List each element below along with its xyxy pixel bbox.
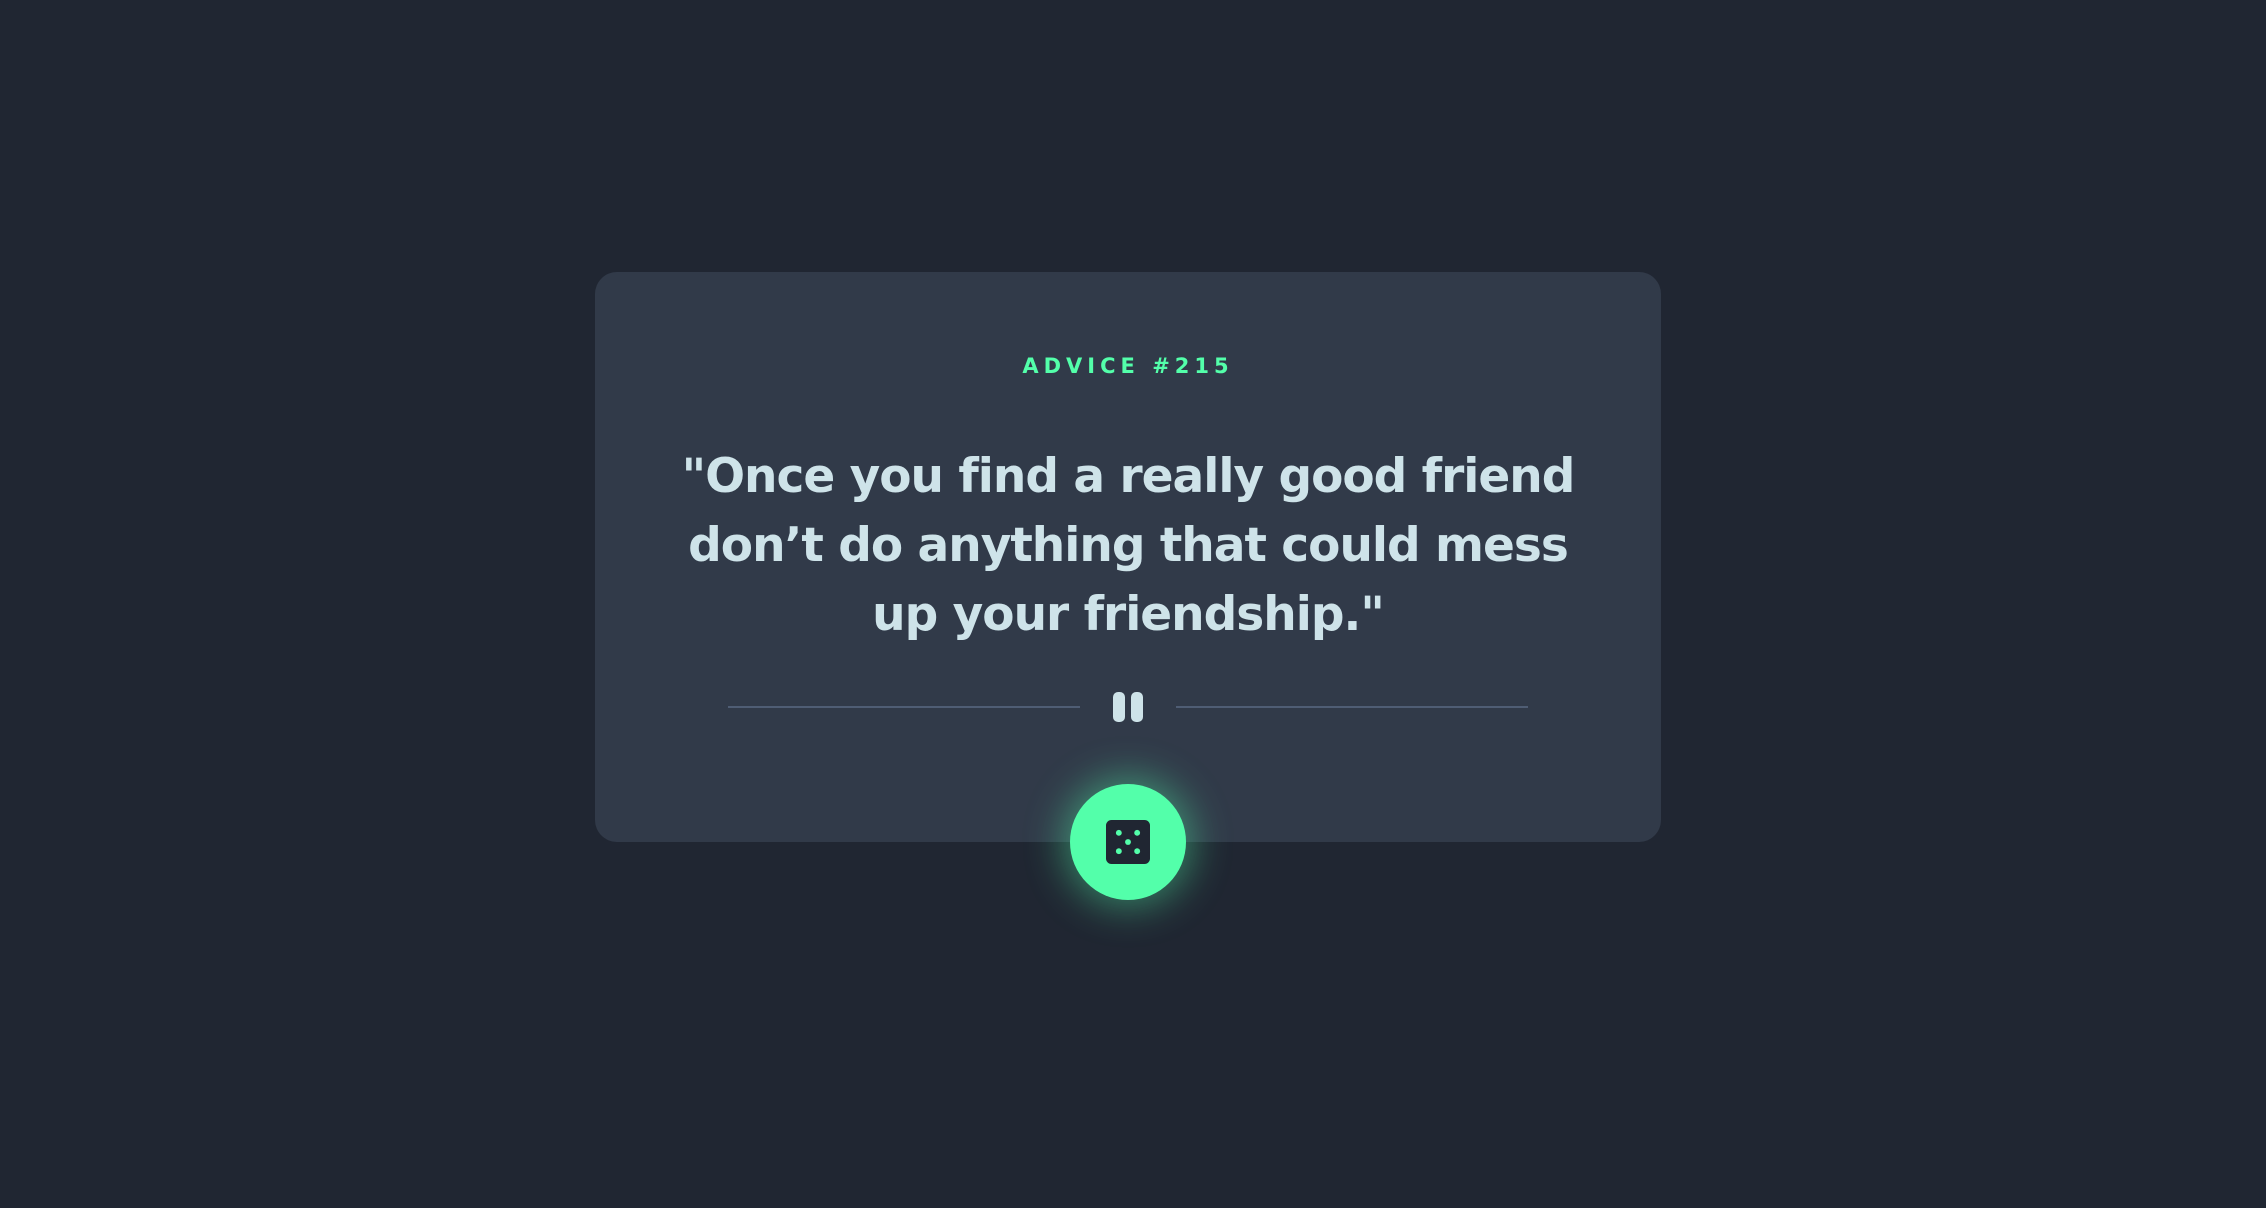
pattern-divider (728, 692, 1528, 722)
divider-line-right (1176, 706, 1528, 708)
dice-icon (1106, 820, 1150, 864)
pause-bar-left (1113, 692, 1125, 722)
new-advice-button[interactable] (1070, 784, 1186, 900)
pause-bar-right (1131, 692, 1143, 722)
advice-card: ADVICE #215 "Once you find a really good… (595, 272, 1661, 842)
advice-quote: "Once you find a really good friend don’… (681, 449, 1576, 642)
pause-icon (1106, 692, 1150, 722)
divider-line-left (728, 706, 1080, 708)
advice-label: ADVICE #215 (1022, 354, 1234, 378)
